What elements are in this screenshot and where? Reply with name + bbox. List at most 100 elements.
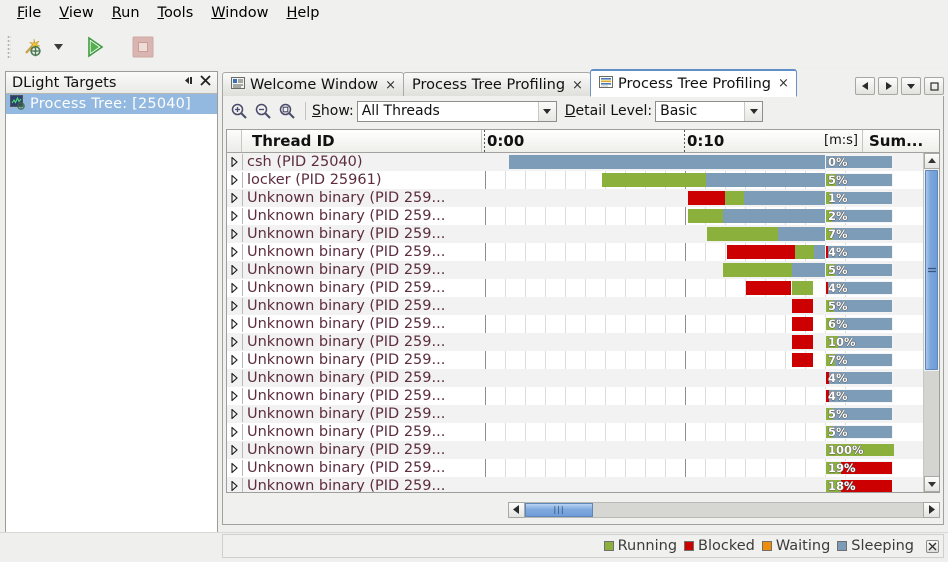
tab-close-icon[interactable]: × (383, 78, 396, 93)
summary-column-header[interactable]: Sum... (863, 130, 939, 152)
menu-item-view[interactable]: View (50, 3, 102, 24)
zoom-reset-icon[interactable] (275, 99, 299, 123)
tab-2[interactable]: Process Tree Profiling × (589, 69, 797, 97)
minimize-icon[interactable] (183, 75, 196, 90)
table-row[interactable]: Unknown binary (PID 259... 5% (227, 405, 939, 423)
row-expander-icon[interactable] (227, 153, 242, 171)
timeline-bar-cell[interactable]: 4% (482, 279, 939, 297)
threads-filter-combo[interactable]: All Threads (356, 100, 557, 122)
horizontal-scrollbar[interactable]: ||| (226, 501, 940, 518)
timeline-bar-cell[interactable]: 2% (482, 207, 939, 225)
table-row[interactable]: Unknown binary (PID 259... 2% (227, 207, 939, 225)
tab-next-button[interactable] (878, 77, 898, 95)
menu-item-help[interactable]: Help (277, 3, 328, 24)
tab-1[interactable]: Process Tree Profiling × (403, 72, 591, 97)
menu-item-tools[interactable]: Tools (149, 3, 203, 24)
table-row[interactable]: locker (PID 25961) 5% (227, 171, 939, 189)
row-expander-icon[interactable] (227, 225, 242, 243)
timeline-bar-cell[interactable]: 0% (482, 153, 939, 171)
timeline-bar-cell[interactable]: 4% (482, 369, 939, 387)
tab-list-button[interactable] (901, 77, 921, 95)
row-expander-icon[interactable] (227, 279, 242, 297)
tab-close-icon[interactable]: × (776, 76, 789, 91)
vertical-scroll-track[interactable] (924, 371, 939, 476)
thread-id-column-header[interactable]: Thread ID (242, 130, 482, 152)
timeline-bar-cell[interactable]: 4% (482, 387, 939, 405)
horizontal-scroll-track[interactable]: ||| (525, 501, 923, 518)
row-expander-icon[interactable] (227, 333, 242, 351)
table-row[interactable]: Unknown binary (PID 259... 5% (227, 423, 939, 441)
timeline-bar-cell[interactable]: 5% (482, 261, 939, 279)
vertical-scroll-thumb[interactable] (925, 170, 938, 370)
table-row[interactable]: Unknown binary (PID 259... 4% (227, 369, 939, 387)
legend-close-icon[interactable] (926, 539, 939, 553)
row-expander-icon[interactable] (227, 369, 242, 387)
table-row[interactable]: Unknown binary (PID 259... 4% (227, 243, 939, 261)
tab-maximize-button[interactable] (924, 77, 944, 95)
zoom-out-icon[interactable] (251, 99, 275, 123)
run-icon[interactable] (78, 32, 112, 62)
row-expander-icon[interactable] (227, 207, 242, 225)
timeline-bar-cell[interactable]: 6% (482, 315, 939, 333)
tab-close-icon[interactable]: × (570, 78, 583, 93)
timeline-bar-cell[interactable]: 5% (482, 297, 939, 315)
table-row[interactable]: Unknown binary (PID 259... 19% (227, 459, 939, 477)
scroll-right-button[interactable] (923, 501, 940, 518)
chevron-down-icon[interactable] (537, 101, 556, 121)
zoom-in-icon[interactable] (227, 99, 251, 123)
timeline-bar-cell[interactable]: 5% (482, 171, 939, 189)
timeline-bar-cell[interactable]: 7% (482, 351, 939, 369)
row-expander-icon[interactable] (227, 441, 242, 459)
close-icon[interactable] (200, 75, 211, 90)
timeline-bar-cell[interactable]: 100% (482, 441, 939, 459)
row-expander-icon[interactable] (227, 387, 242, 405)
table-row[interactable]: csh (PID 25040) 0% (227, 153, 939, 171)
timeline-bar-cell[interactable]: 10% (482, 333, 939, 351)
table-row[interactable]: Unknown binary (PID 259... 5% (227, 297, 939, 315)
row-expander-icon[interactable] (227, 351, 242, 369)
scroll-up-button[interactable] (924, 153, 939, 169)
table-row[interactable]: Unknown binary (PID 259... 7% (227, 225, 939, 243)
row-expander-icon[interactable] (227, 261, 242, 279)
table-row[interactable]: Unknown binary (PID 259... 4% (227, 387, 939, 405)
table-row[interactable]: Unknown binary (PID 259... 5% (227, 261, 939, 279)
timeline-bar-cell[interactable]: 4% (482, 243, 939, 261)
toolbar-dropdown-arrow[interactable] (50, 32, 66, 62)
horizontal-scroll-thumb[interactable]: ||| (525, 502, 593, 517)
table-row[interactable]: Unknown binary (PID 259... 7% (227, 351, 939, 369)
row-expander-icon[interactable] (227, 243, 242, 261)
row-expander-icon[interactable] (227, 459, 242, 477)
row-expander-icon[interactable] (227, 171, 242, 189)
chevron-down-icon[interactable] (744, 101, 763, 121)
scroll-down-button[interactable] (924, 476, 939, 492)
timeline-bar-cell[interactable]: 5% (482, 405, 939, 423)
table-row[interactable]: Unknown binary (PID 259... 1% (227, 189, 939, 207)
tab-0[interactable]: Welcome Window × (222, 72, 405, 97)
timeline-bar-cell[interactable]: 5% (482, 423, 939, 441)
table-row[interactable]: Unknown binary (PID 259... 6% (227, 315, 939, 333)
table-row[interactable]: Unknown binary (PID 259... 18% (227, 477, 939, 492)
menu-item-window[interactable]: Window (202, 3, 277, 24)
target-list-item[interactable]: Process Tree: [25040] (6, 94, 217, 114)
menu-item-file[interactable]: File (8, 3, 50, 24)
table-row[interactable]: Unknown binary (PID 259... 4% (227, 279, 939, 297)
row-expander-icon[interactable] (227, 297, 242, 315)
timeline-bar-cell[interactable]: 7% (482, 225, 939, 243)
toolbar-grip[interactable] (7, 35, 11, 59)
row-expander-icon[interactable] (227, 405, 242, 423)
tab-prev-button[interactable] (855, 77, 875, 95)
row-expander-icon[interactable] (227, 477, 242, 492)
detail-level-combo[interactable]: Basic (655, 100, 764, 122)
row-expander-icon[interactable] (227, 315, 242, 333)
scroll-left-button[interactable] (508, 501, 525, 518)
timeline-bar-cell[interactable]: 18% (482, 477, 939, 492)
row-expander-icon[interactable] (227, 189, 242, 207)
profile-project-icon[interactable] (16, 32, 50, 62)
timeline-bar-cell[interactable]: 1% (482, 189, 939, 207)
row-expander-icon[interactable] (227, 423, 242, 441)
timeline-bar-cell[interactable]: 19% (482, 459, 939, 477)
table-row[interactable]: Unknown binary (PID 259... 10% (227, 333, 939, 351)
stop-icon[interactable] (126, 32, 160, 62)
vertical-scrollbar[interactable] (923, 153, 939, 492)
menu-item-run[interactable]: Run (103, 3, 149, 24)
